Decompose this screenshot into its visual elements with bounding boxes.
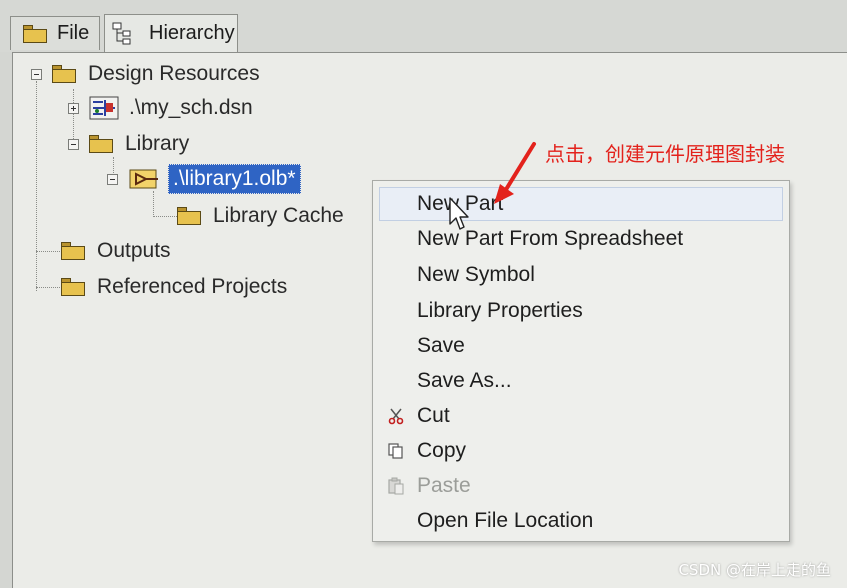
menu-item-save-as[interactable]: Save As... — [373, 364, 789, 398]
scissors-icon — [388, 408, 404, 425]
menu-item-library-properties[interactable]: Library Properties — [373, 294, 789, 328]
tree-item-label: Design Resources — [88, 62, 260, 85]
tree-item-design-resources[interactable]: Design Resources — [31, 59, 260, 89]
annotation-text: 点击，创建元件原理图封装 — [545, 142, 785, 166]
expand-icon[interactable] — [68, 102, 79, 114]
folder-icon — [23, 24, 47, 43]
collapse-icon[interactable] — [107, 173, 118, 185]
menu-item-cut[interactable]: Cut — [373, 399, 789, 433]
tab-strip: File Hierarchy — [0, 0, 847, 52]
paste-icon — [388, 477, 404, 495]
menu-item-label: Save As... — [417, 369, 512, 392]
menu-item-label: Copy — [417, 439, 467, 462]
tree-item-referenced-projects[interactable]: Referenced Projects — [61, 272, 287, 302]
folder-icon — [61, 278, 85, 296]
tree-item-label: Referenced Projects — [97, 275, 288, 298]
tree-item-label: Library Cache — [213, 204, 344, 227]
folder-icon — [52, 65, 76, 83]
tree-connector — [36, 81, 37, 291]
tree-item-schematic[interactable]: .\my_sch.dsn — [68, 93, 253, 123]
menu-item-label: New Symbol — [417, 263, 535, 286]
menu-item-new-part-from-spreadsheet[interactable]: New Part From Spreadsheet — [373, 222, 789, 256]
tab-file[interactable]: File — [10, 16, 100, 50]
menu-item-open-file-location[interactable]: Open File Location — [373, 504, 789, 538]
tree-item-outputs[interactable]: Outputs — [61, 236, 171, 266]
tree-connector — [36, 251, 62, 252]
tree-item-library-file[interactable]: .\library1.olb* — [107, 164, 301, 194]
annotation-arrow-icon — [494, 142, 536, 204]
watermark: CSDN @在岸上走的鱼 — [678, 561, 831, 579]
collapse-icon[interactable] — [31, 68, 42, 80]
tree-item-label: Library — [125, 132, 190, 155]
collapse-icon[interactable] — [68, 138, 79, 150]
tab-hierarchy[interactable]: Hierarchy — [104, 14, 238, 52]
schematic-design-icon — [89, 96, 119, 120]
tree-connector — [153, 216, 177, 217]
menu-item-copy[interactable]: Copy — [373, 434, 789, 468]
library-file-icon — [129, 169, 158, 189]
menu-item-paste[interactable]: Paste — [373, 469, 789, 503]
menu-item-label: Library Properties — [417, 299, 583, 322]
menu-item-label: Paste — [417, 474, 471, 497]
tab-hierarchy-label: Hierarchy — [149, 22, 235, 44]
menu-item-label: Cut — [417, 404, 450, 427]
tree-item-label: Outputs — [97, 239, 171, 262]
tree-item-label: .\library1.olb* — [168, 164, 301, 194]
menu-item-new-part[interactable]: New Part — [379, 187, 783, 221]
hierarchy-icon — [112, 22, 131, 44]
tree-item-label: .\my_sch.dsn — [129, 96, 253, 119]
menu-item-label: Save — [417, 334, 465, 357]
folder-icon — [61, 242, 85, 260]
menu-item-new-symbol[interactable]: New Symbol — [373, 258, 789, 292]
tree-connector — [36, 287, 62, 288]
folder-icon — [177, 207, 201, 225]
copy-icon — [388, 443, 403, 459]
tree-item-library-cache[interactable]: Library Cache — [177, 201, 344, 231]
folder-icon — [89, 135, 113, 153]
tree-connector — [153, 191, 154, 217]
mouse-cursor-icon — [449, 197, 469, 230]
tree-item-library[interactable]: Library — [68, 129, 189, 159]
context-menu: New Part New Part From Spreadsheet New S… — [372, 180, 790, 542]
tab-file-label: File — [57, 22, 90, 44]
menu-item-label: Open File Location — [417, 509, 594, 532]
menu-item-save[interactable]: Save — [373, 329, 789, 363]
